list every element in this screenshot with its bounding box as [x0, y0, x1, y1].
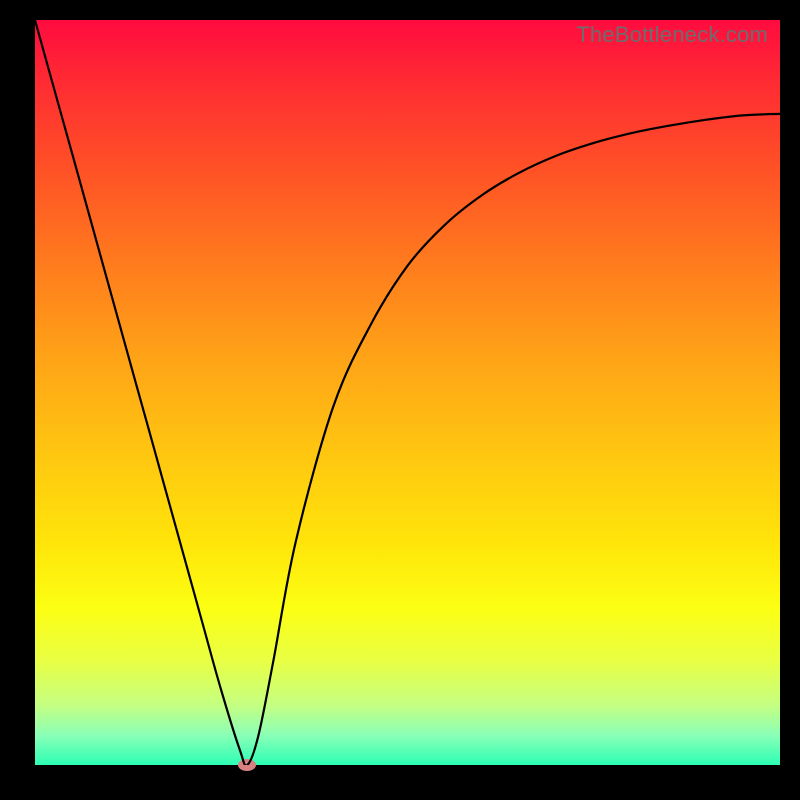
chart-frame: TheBottleneck.com: [0, 0, 800, 800]
bottleneck-curve: [35, 20, 780, 765]
plot-area: TheBottleneck.com: [35, 20, 780, 765]
watermark-text: TheBottleneck.com: [576, 22, 768, 48]
